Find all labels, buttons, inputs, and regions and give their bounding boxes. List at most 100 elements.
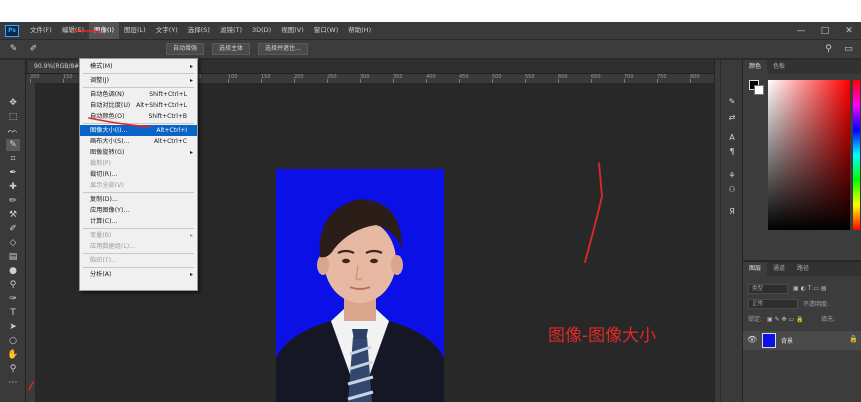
brush-mode-icon[interactable]: ✐ — [27, 43, 40, 56]
menu-image[interactable]: 图像(I) — [89, 22, 119, 39]
tab-layers[interactable]: 图层 — [743, 262, 768, 276]
options-bar: ✎ ✐ 自动增强 选择主体 选择并遮住... ⚲ ▭ — [0, 39, 861, 59]
menu-filter[interactable]: 滤镜(T) — [215, 22, 247, 39]
zoom-tool-icon[interactable]: ⚲ — [6, 363, 20, 375]
marquee-tool-icon[interactable]: ⬚ — [6, 111, 20, 123]
brush-tool-icon[interactable]: ✏ — [6, 195, 20, 207]
image-menu-item[interactable]: 复制(D)... — [80, 194, 197, 205]
type-tool-icon[interactable]: T — [6, 307, 20, 319]
vertical-ruler — [26, 83, 35, 402]
glyphs-panel-icon[interactable]: Я — [725, 206, 739, 218]
tab-color[interactable]: 颜色 — [743, 60, 768, 74]
lock-icons[interactable]: ▣ ✎ ✥ ▭ 🔒 — [767, 314, 804, 325]
layers-panel: 图层 通道 路径 类型 ▣ ◐ T ▭ ▤ 正常 不透明度: 锁定: ▣ ✎ ✥… — [742, 261, 861, 402]
lasso-tool-icon[interactable]: ᨓ — [6, 125, 20, 137]
menu-item-label: 图像大小(I)... — [90, 127, 128, 134]
image-menu-item[interactable]: 计算(C)... — [80, 216, 197, 227]
menu-item-label: 自动色调(N) — [90, 91, 125, 98]
select-and-mask-button[interactable]: 选择并遮住... — [258, 43, 308, 55]
menu-view[interactable]: 视图(V) — [276, 22, 309, 39]
gradient-tool-icon[interactable]: ▤ — [6, 251, 20, 263]
layer-row-background[interactable]: 👁 背景 🔒 — [743, 331, 861, 350]
select-subject-button[interactable]: 选择主体 — [212, 43, 251, 55]
ruler-tick-label: 700 — [624, 74, 634, 80]
menu-item-shortcut: Shift+Ctrl+L — [149, 91, 187, 98]
image-menu-item[interactable]: 图像大小(I)... Alt+Ctrl+I — [80, 125, 197, 136]
eraser-tool-icon[interactable]: ◇ — [6, 237, 20, 249]
image-menu-item[interactable]: 模式(M) ▸ — [80, 61, 197, 72]
auto-enhance-checkbox[interactable]: 自动增强 — [166, 43, 205, 55]
search-icon[interactable]: ⚲ — [822, 43, 835, 56]
menu-separator — [83, 73, 194, 74]
submenu-arrow-icon: ▸ — [189, 232, 193, 239]
minimize-button[interactable]: — — [789, 26, 813, 36]
menu-edit[interactable]: 编辑(E) — [57, 22, 89, 39]
hue-slider[interactable] — [853, 80, 860, 230]
path-selection-icon[interactable]: ➤ — [6, 321, 20, 333]
image-menu-item[interactable]: 画布大小(S)... Alt+Ctrl+C — [80, 136, 197, 147]
clone-source-icon[interactable]: ⚇ — [725, 184, 739, 196]
ruler-tick-label: 550 — [525, 74, 535, 80]
menu-item-shortcut: Alt+Ctrl+C — [153, 138, 187, 145]
more-tools-icon[interactable]: ⋯ — [6, 377, 20, 389]
pen-tool-icon[interactable]: ✑ — [6, 293, 20, 305]
quick-selection-icon[interactable]: ✎ — [7, 43, 20, 56]
workspace-icon[interactable]: ▭ — [842, 43, 855, 56]
ruler-tick-label: 650 — [591, 74, 601, 80]
panel-strip-icons: ✎ ⇄ A ¶ ⚘ ⚇ Я — [720, 60, 742, 402]
character-panel-icon[interactable]: A — [725, 132, 739, 144]
panel-background-swatch[interactable] — [754, 85, 764, 95]
hand-tool-icon[interactable]: ✋ — [6, 349, 20, 361]
shape-tool-icon[interactable]: ○ — [6, 335, 20, 347]
menu-3d[interactable]: 3D(D) — [247, 22, 276, 39]
tab-swatches[interactable]: 色板 — [767, 60, 791, 74]
quick-selection-tool-icon[interactable]: ✎ — [6, 139, 20, 151]
move-tool-icon[interactable]: ✥ — [6, 97, 20, 109]
history-brush-icon[interactable]: ✐ — [6, 223, 20, 235]
ruler-tick-label: 600 — [558, 74, 568, 80]
blend-mode-select[interactable]: 正常 — [748, 299, 798, 309]
image-menu-item[interactable]: 自动颜色(O) Shift+Ctrl+B — [80, 111, 197, 122]
image-menu-item[interactable]: 图像旋转(G) ▸ — [80, 147, 197, 158]
menu-file[interactable]: 文件(F) — [25, 22, 57, 39]
maximize-button[interactable]: □ — [813, 26, 837, 36]
ruler-tick-label: 450 — [459, 74, 469, 80]
history-panel-icon[interactable]: ✎ — [725, 96, 739, 108]
paragraph-panel-icon[interactable]: ¶ — [725, 146, 739, 158]
image-menu-item: 陷印(T)... — [80, 255, 197, 266]
image-menu-item[interactable]: 自动色调(N) Shift+Ctrl+L — [80, 89, 197, 100]
clone-stamp-icon[interactable]: ⚒ — [6, 209, 20, 221]
menu-type[interactable]: 文字(Y) — [151, 22, 183, 39]
color-picker-field[interactable] — [768, 80, 850, 230]
menu-select[interactable]: 选择(S) — [183, 22, 215, 39]
actions-panel-icon[interactable]: ⇄ — [725, 112, 739, 124]
menu-help[interactable]: 帮助(H) — [343, 22, 376, 39]
filter-icons[interactable]: ▣ ◐ T ▭ ▤ — [793, 283, 827, 294]
ps-logo-icon: Ps — [5, 24, 19, 37]
tab-paths[interactable]: 路径 — [791, 262, 815, 276]
layer-filter-select[interactable]: 类型 — [748, 284, 788, 294]
menu-item-shortcut: Shift+Ctrl+B — [148, 113, 187, 120]
ruler-tick-label: 200 — [294, 74, 304, 80]
brush-settings-icon[interactable]: ⚘ — [725, 170, 739, 182]
crop-tool-icon[interactable]: ⌗ — [6, 153, 20, 165]
photoshop-window: Ps 文件(F) 编辑(E) 图像(I) 图层(L) 文字(Y) 选择(S) 滤… — [0, 22, 861, 402]
image-menu-item[interactable]: 裁切(R)... — [80, 169, 197, 180]
menu-item-label: 应用图像(Y)... — [90, 207, 130, 214]
image-menu-item[interactable]: 自动对比度(U) Alt+Shift+Ctrl+L — [80, 100, 197, 111]
image-menu-item: 显示全部(V) — [80, 180, 197, 191]
menu-window[interactable]: 窗口(W) — [309, 22, 344, 39]
visibility-eye-icon[interactable]: 👁 — [747, 335, 757, 344]
tab-channels[interactable]: 通道 — [767, 262, 791, 276]
image-menu-item[interactable]: 分析(A) ▸ — [80, 269, 197, 280]
healing-brush-icon[interactable]: ✚ — [6, 181, 20, 193]
menu-bar: Ps 文件(F) 编辑(E) 图像(I) 图层(L) 文字(Y) 选择(S) 滤… — [0, 22, 861, 39]
eyedropper-tool-icon[interactable]: ✒ — [6, 167, 20, 179]
image-menu-item[interactable]: 应用图像(Y)... — [80, 205, 197, 216]
menu-item-label: 画布大小(S)... — [90, 138, 130, 145]
image-menu-item[interactable]: 调整(J) ▸ — [80, 75, 197, 86]
blur-tool-icon[interactable]: ● — [6, 265, 20, 277]
close-button[interactable]: ✕ — [837, 26, 861, 36]
menu-layer[interactable]: 图层(L) — [119, 22, 151, 39]
dodge-tool-icon[interactable]: ⚲ — [6, 279, 20, 291]
